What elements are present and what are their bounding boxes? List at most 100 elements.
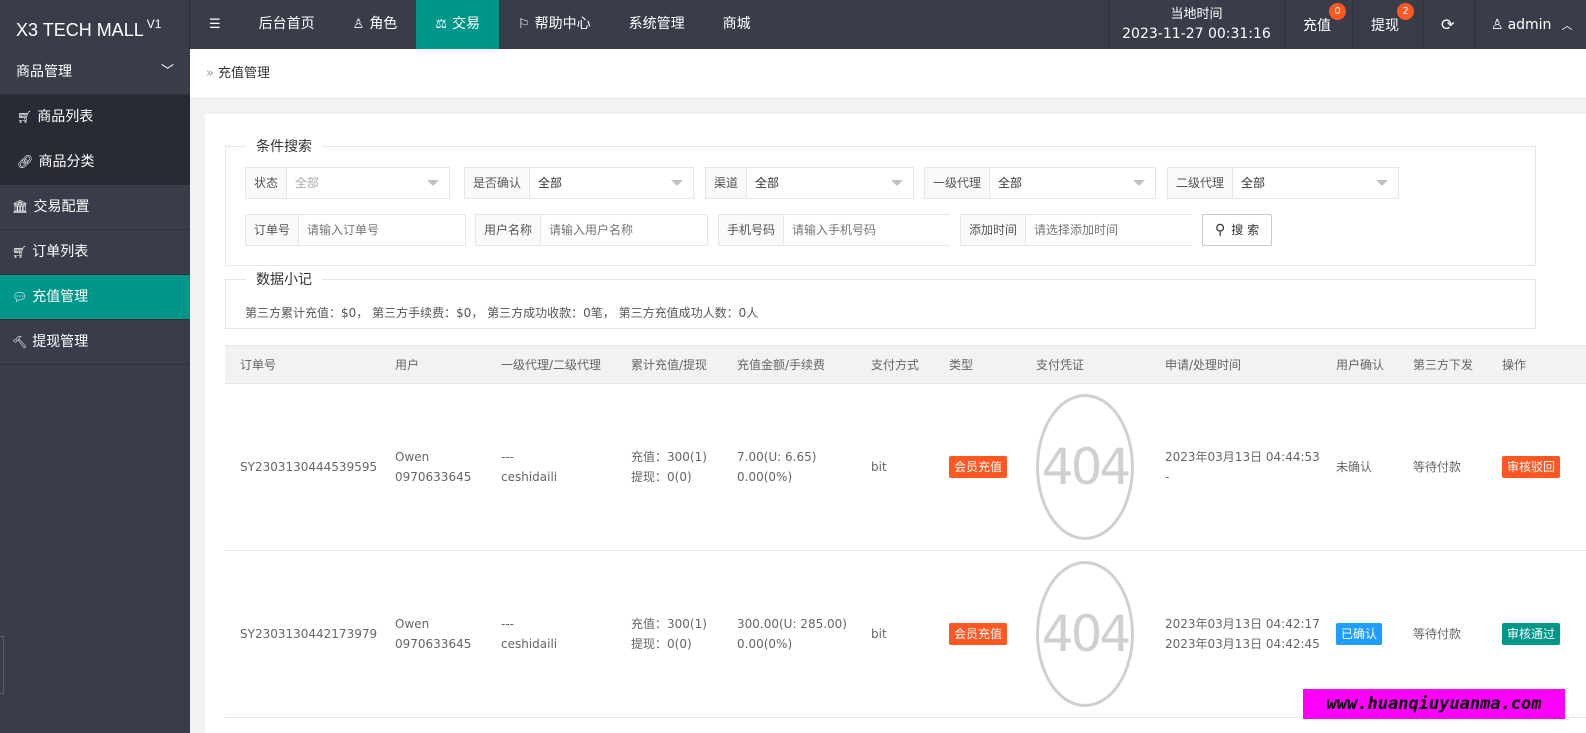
link-icon: 🔗︎ <box>17 155 34 170</box>
action-cell: 审核驳回 <box>1502 456 1561 478</box>
sidebar-item-label: 商品分类 <box>38 154 95 170</box>
caret-down-icon <box>427 180 439 186</box>
status-select[interactable]: 状态 全部 <box>245 167 450 199</box>
agent1-label: 一级代理 <box>925 168 991 198</box>
agent1-value[interactable]: 全部 <box>990 168 1155 198</box>
confirm-select[interactable]: 是否确认 全部 <box>464 167 694 199</box>
nav-item-label: 后台首页 <box>258 16 315 32</box>
search-legend: 条件搜索 <box>256 139 312 155</box>
agents-cell: --- ceshidaili <box>501 614 557 654</box>
breadcrumb: » 充值管理 <box>190 49 1586 99</box>
voucher-image[interactable]: 404 <box>1036 561 1134 707</box>
agent1-selected: 全部 <box>998 176 1023 190</box>
nav-item-label: 商城 <box>722 16 751 32</box>
confirm-selected: 全部 <box>538 176 563 190</box>
voucher-image[interactable]: 404 <box>1036 394 1134 540</box>
agent2-select[interactable]: 二级代理 全部 <box>1167 167 1399 199</box>
hammer-icon: 🔨︎ <box>12 334 28 349</box>
withdraw-label: 提现 <box>1371 17 1399 34</box>
col-third-party: 第三方下发 <box>1413 358 1474 372</box>
nav-item-trade[interactable]: ⚖ 交易 <box>416 0 499 49</box>
breadcrumb-current[interactable]: 充值管理 <box>218 66 270 81</box>
sidebar-group-label: 商品管理 <box>16 64 72 80</box>
confirm-value[interactable]: 全部 <box>530 168 693 198</box>
local-time-label: 当地时间 <box>1170 6 1223 22</box>
sidebar-item-order-list[interactable]: 🛒︎ 订单列表 <box>0 230 190 275</box>
phone-input[interactable] <box>784 215 951 245</box>
nav-item-mall[interactable]: 商城 <box>704 0 770 49</box>
chat-icon: 💬︎ <box>12 289 28 304</box>
fee-value: 0.00(0%) <box>737 637 793 651</box>
summary-text: 第三方累计充值：$0， 第三方手续费：$0， 第三方成功收款：0笔， 第三方充值… <box>245 306 759 320</box>
refresh-button[interactable]: ⟳ <box>1422 0 1474 49</box>
amount-cell: 300.00(U: 285.00) 0.00(0%) <box>737 614 847 654</box>
sidebar-item-goods-category[interactable]: 🔗︎ 商品分类 <box>0 140 190 185</box>
search-fieldset: 条件搜索 <box>225 136 1536 266</box>
brand-logo[interactable]: X3 TECH MALL V1 <box>0 0 190 49</box>
recharge-link[interactable]: 充值 0 <box>1284 0 1352 49</box>
time-cell: 2023年03月13日 04:42:17 2023年03月13日 04:42:45 <box>1165 614 1320 654</box>
status-value[interactable]: 全部 <box>287 168 449 198</box>
sidebar-group-goods[interactable]: 商品管理 ﹀ <box>0 49 190 95</box>
nav-item-label: 角色 <box>369 16 398 32</box>
reject-button[interactable]: 审核驳回 <box>1502 456 1561 478</box>
username-input[interactable] <box>541 215 708 245</box>
phone-field: 手机号码 <box>718 214 951 246</box>
agent1-value: --- <box>501 450 514 464</box>
pay-method-cell: bit <box>871 627 887 641</box>
add-time-input[interactable] <box>1026 215 1193 245</box>
search-icon: ⚲ <box>1215 222 1226 238</box>
channel-value[interactable]: 全部 <box>747 168 913 198</box>
user-confirm-cell: 未确认 <box>1336 460 1373 474</box>
sidebar: 商品管理 ﹀ 🛒︎ 商品列表 🔗︎ 商品分类 🏛︎ 交易配置 🛒︎ 订单列表 💬︎ 充值管理… <box>0 49 190 733</box>
user-menu[interactable]: ♙ admin ︿ <box>1474 0 1586 49</box>
agent1-value: --- <box>501 617 514 631</box>
channel-select[interactable]: 渠道 全部 <box>705 167 914 199</box>
sidebar-item-label: 充值管理 <box>32 288 89 305</box>
confirm-label: 是否确认 <box>465 168 531 198</box>
local-time: 当地时间 2023-11-27 00:31:16 <box>1108 0 1284 49</box>
sidebar-item-goods-list[interactable]: 🛒︎ 商品列表 <box>0 95 190 140</box>
search-button[interactable]: ⚲ 搜 索 <box>1202 214 1273 246</box>
order-no-input[interactable] <box>299 215 466 245</box>
col-user: 用户 <box>395 358 420 372</box>
col-amount: 充值金额/手续费 <box>737 358 826 372</box>
amount-value: 300.00(U: 285.00) <box>737 617 847 631</box>
cart-outline-icon: 🛒︎ <box>12 244 28 259</box>
username-label: 用户名称 <box>476 215 542 245</box>
amount-cell: 7.00(U: 6.65) 0.00(0%) <box>737 447 816 487</box>
agent2-value[interactable]: 全部 <box>1233 168 1398 198</box>
type-cell: 会员充值 <box>949 456 1008 478</box>
status-label: 状态 <box>246 168 288 198</box>
sidebar-item-trade-config[interactable]: 🏛︎ 交易配置 <box>0 185 190 230</box>
withdraw-badge: 2 <box>1397 3 1414 20</box>
recharge-total: 充值：300(1) <box>631 450 707 464</box>
brand-title: X3 TECH MALL <box>16 20 144 40</box>
nav-item-role[interactable]: ♙ 角色 <box>334 0 417 49</box>
nav-item-system[interactable]: 系统管理 <box>610 0 704 49</box>
recharge-table: 订单号 用户 一级代理/二级代理 累计充值/提现 充值金额/手续费 支付方式 类… <box>225 345 1586 718</box>
search-button-label: 搜 索 <box>1231 223 1260 237</box>
apply-time: 2023年03月13日 04:42:17 <box>1165 617 1320 631</box>
recharge-label: 充值 <box>1303 17 1331 34</box>
menu-toggle-button[interactable]: ☰ <box>190 0 240 49</box>
nav-item-home[interactable]: 后台首页 <box>240 0 334 49</box>
user-name: Owen <box>395 617 430 631</box>
withdraw-total: 提现：0(0) <box>631 637 692 651</box>
approve-button[interactable]: 审核通过 <box>1502 623 1561 645</box>
sidebar-item-recharge[interactable]: 💬︎ 充值管理 <box>0 275 190 320</box>
sidebar-item-withdraw[interactable]: 🔨︎ 提现管理 <box>0 320 190 365</box>
nav-item-label: 系统管理 <box>628 16 685 32</box>
table-row: SY2303130444539595 Owen 0970633645 --- ces… <box>225 384 1586 551</box>
nav-item-label: 帮助中心 <box>534 16 591 32</box>
col-totals: 累计充值/提现 <box>631 358 708 372</box>
user-name: admin <box>1507 16 1552 33</box>
flag-icon: ⚐ <box>517 17 530 32</box>
cart-icon: 🛒︎ <box>17 110 33 124</box>
sidebar-edge-handle[interactable] <box>0 636 4 694</box>
withdraw-link[interactable]: 提现 2 <box>1352 0 1422 49</box>
user-name: Owen <box>395 450 430 464</box>
time-cell: 2023年03月13日 04:44:53 - <box>1165 447 1320 487</box>
nav-item-help[interactable]: ⚐ 帮助中心 <box>499 0 610 49</box>
agent1-select[interactable]: 一级代理 全部 <box>924 167 1156 199</box>
